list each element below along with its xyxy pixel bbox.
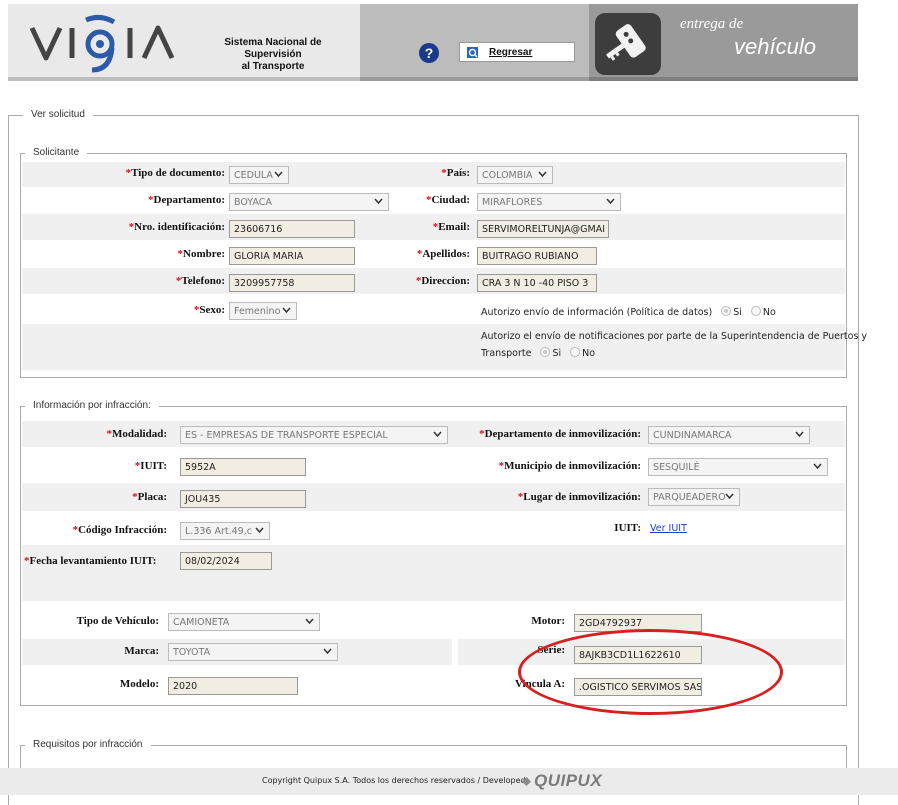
solicitante-legend: Solicitante bbox=[25, 147, 88, 159]
autorizo-notificaciones-option: Autorizo el envío de notificaciones por … bbox=[481, 330, 867, 361]
form-row bbox=[22, 545, 845, 601]
modelo-label: Modelo: bbox=[119, 678, 159, 690]
telefono-field[interactable]: 3209957758 bbox=[229, 274, 355, 292]
chevron-down-icon bbox=[274, 171, 283, 178]
fecha-levantamiento-field[interactable]: 08/02/2024 bbox=[180, 552, 272, 570]
radio-si-label: Si bbox=[733, 307, 742, 318]
marca-label: Marca: bbox=[124, 645, 159, 657]
modelo-field[interactable]: 2020 bbox=[168, 677, 298, 695]
sexo-select[interactable]: Femenino bbox=[229, 302, 297, 320]
chevron-down-icon bbox=[323, 648, 332, 655]
vehicle-keys-icon bbox=[595, 13, 661, 75]
motor-label: Motor: bbox=[531, 615, 565, 627]
back-icon bbox=[467, 47, 478, 58]
departamento-select[interactable]: BOYACA bbox=[229, 193, 389, 211]
placa-label: *Placa: bbox=[132, 491, 167, 503]
codigo-infraccion-label: *Código Infracción: bbox=[72, 524, 167, 536]
chevron-down-icon bbox=[255, 527, 264, 534]
chevron-down-icon bbox=[538, 171, 547, 178]
autorizo-notif-text-2: Transporte bbox=[481, 348, 532, 359]
placa-field[interactable]: JOU435 bbox=[180, 490, 306, 508]
ver-iuit-link[interactable]: Ver IUIT bbox=[650, 522, 687, 536]
direccion-field[interactable]: CRA 3 N 10 -40 PISO 3 bbox=[477, 274, 597, 292]
chevron-down-icon bbox=[725, 493, 734, 500]
radio-no-label: No bbox=[582, 348, 596, 359]
apellidos-field[interactable]: BUITRAGO RUBIANO bbox=[477, 247, 597, 265]
autorizo-datos-option: Autorizo envío de información (Política … bbox=[481, 306, 776, 320]
chevron-down-icon bbox=[795, 431, 804, 438]
copyright-text: Copyright Quipux S.A. Todos los derechos… bbox=[262, 776, 526, 785]
module-subtitle: entrega de bbox=[680, 16, 744, 32]
chevron-down-icon bbox=[433, 431, 442, 438]
fecha-levantamiento-label: *Fecha levantamiento IUIT: bbox=[24, 555, 157, 567]
back-button[interactable]: Regresar bbox=[459, 42, 575, 62]
iuit-field[interactable]: 5952A bbox=[180, 458, 306, 476]
radio-no[interactable] bbox=[750, 306, 761, 316]
departamento-inmovilizacion-label: *Departamento de inmovilización: bbox=[479, 428, 641, 440]
back-button-label: Regresar bbox=[489, 47, 533, 58]
row-divider bbox=[22, 601, 845, 609]
radio-si-label: Si bbox=[552, 348, 562, 359]
direccion-label: *Direccion: bbox=[415, 275, 470, 287]
ciudad-label: *Ciudad: bbox=[425, 194, 470, 206]
nro-identificacion-label: *Nro. identificación: bbox=[128, 221, 225, 233]
quipux-diamond-icon bbox=[522, 777, 531, 786]
chevron-down-icon bbox=[282, 307, 291, 314]
apellidos-label: *Apellidos: bbox=[416, 248, 470, 260]
autorizo-datos-text: Autorizo envío de información (Política … bbox=[481, 307, 713, 318]
chevron-down-icon bbox=[305, 618, 314, 625]
email-field[interactable]: SERVIMORELTUNJA@GMAI bbox=[477, 220, 609, 238]
svg-text:?: ? bbox=[425, 45, 434, 61]
tipo-documento-label: *Tipo de documento: bbox=[125, 167, 225, 179]
tipo-documento-select[interactable]: CEDULA bbox=[229, 166, 289, 184]
vigia-logo bbox=[30, 14, 175, 73]
solicitante-section: Solicitante *Tipo de documento: CEDULA *… bbox=[20, 147, 867, 378]
pais-select[interactable]: COLOMBIA bbox=[477, 166, 553, 184]
codigo-infraccion-select[interactable]: L.336 Art.49,c bbox=[180, 522, 270, 540]
infraccion-legend: Información por infracción: bbox=[25, 400, 159, 412]
email-label: *Email: bbox=[432, 221, 470, 233]
radio-si[interactable] bbox=[721, 306, 732, 316]
chevron-down-icon bbox=[606, 198, 615, 205]
nro-identificacion-field[interactable]: 23606716 bbox=[229, 220, 355, 238]
tipo-vehiculo-select[interactable]: CAMIONETA bbox=[168, 613, 320, 631]
modalidad-select[interactable]: ES - EMPRESAS DE TRANSPORTE ESPECIAL bbox=[180, 426, 448, 444]
section-legend: Ver solicitud bbox=[23, 109, 93, 121]
radio-no[interactable] bbox=[570, 347, 581, 357]
lugar-inmovilizacion-label: *Lugar de inmovilización: bbox=[517, 491, 641, 503]
highlight-ellipse bbox=[518, 629, 783, 715]
nombre-field[interactable]: GLORIA MARIA bbox=[229, 247, 355, 265]
chevron-down-icon bbox=[374, 198, 383, 205]
sexo-label: *Sexo: bbox=[193, 304, 225, 316]
module-title: vehículo bbox=[734, 34, 816, 59]
marca-select[interactable]: TOYOTA bbox=[168, 643, 338, 661]
autorizo-notif-text: Autorizo el envío de notificaciones por … bbox=[481, 331, 868, 342]
municipio-inmovilizacion-label: *Municipio de inmovilización: bbox=[498, 460, 641, 472]
pais-label: *País: bbox=[441, 167, 470, 179]
modalidad-label: *Modalidad: bbox=[106, 428, 167, 440]
radio-si[interactable] bbox=[540, 347, 551, 357]
lugar-inmovilizacion-select[interactable]: PARQUEADERO bbox=[648, 488, 740, 506]
page-header: Sistema Nacional de Supervisión al Trans… bbox=[8, 4, 858, 81]
page-footer: Copyright Quipux S.A. Todos los derechos… bbox=[0, 768, 898, 795]
requisitos-legend: Requisitos por infracción bbox=[25, 739, 151, 751]
nombre-label: *Nombre: bbox=[177, 248, 225, 260]
chevron-down-icon bbox=[813, 463, 822, 470]
departamento-label: *Departamento: bbox=[148, 194, 225, 206]
tipo-vehiculo-label: Tipo de Vehículo: bbox=[76, 615, 159, 627]
help-icon[interactable]: ? bbox=[418, 42, 440, 64]
quipux-logo: QUIPUX bbox=[534, 771, 603, 790]
system-title: Sistema Nacional de Supervisión al Trans… bbox=[224, 37, 322, 72]
ciudad-select[interactable]: MIRAFLORES bbox=[477, 193, 621, 211]
iuit-link-label: IUIT: bbox=[614, 522, 641, 534]
telefono-label: *Telefono: bbox=[175, 275, 225, 287]
iuit-label: *IUIT: bbox=[134, 460, 167, 472]
municipio-inmovilizacion-select[interactable]: SESQUILÉ bbox=[648, 458, 828, 476]
radio-no-label: No bbox=[762, 307, 776, 318]
departamento-inmovilizacion-select[interactable]: CUNDINAMARCA bbox=[648, 426, 810, 444]
